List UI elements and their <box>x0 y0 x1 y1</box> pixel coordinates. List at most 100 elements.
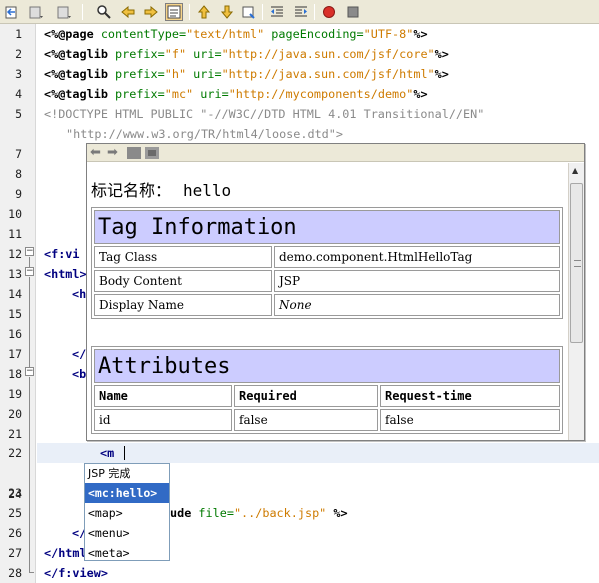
record-macro-icon[interactable] <box>320 3 338 21</box>
completion-header: JSP 完成 <box>88 467 131 480</box>
info-value: None <box>274 294 560 316</box>
completion-item[interactable]: <mc:hello> <box>85 483 169 503</box>
code-line-22[interactable]: <m <box>100 443 114 463</box>
forward-icon[interactable] <box>55 3 73 21</box>
doc-forward-icon[interactable]: ➡ <box>107 145 118 161</box>
code-line-14[interactable]: <h <box>72 284 86 304</box>
line-number: 1 <box>15 27 22 41</box>
info-key: Display Name <box>94 294 272 316</box>
attributes-title: Attributes <box>94 349 560 383</box>
completion-item[interactable]: <meta> <box>85 543 169 563</box>
info-value: demo.component.HtmlHelloTag <box>274 246 560 268</box>
doc-back-icon[interactable]: ⬅ <box>90 145 101 161</box>
code-line-27[interactable]: </html <box>44 543 87 563</box>
fold-toggle-icon[interactable]: − <box>25 247 34 256</box>
text-caret <box>124 446 125 460</box>
code-line-5-wrap[interactable]: "http://www.w3.org/TR/html4/loose.dtd"> <box>66 124 343 144</box>
tag-name-label: 标记名称： <box>91 181 172 200</box>
code-line-18[interactable]: <b <box>72 364 86 384</box>
editor-toolbar <box>0 0 599 24</box>
line-number: 27 <box>8 546 22 560</box>
line-number: 26 <box>8 526 22 540</box>
info-key: Body Content <box>94 270 272 292</box>
doc-goto-source-icon[interactable] <box>145 147 159 164</box>
table-row: Body Content JSP <box>94 270 560 292</box>
code-line-5[interactable]: <!DOCTYPE HTML PUBLIC "-//W3C//DTD HTML … <box>44 104 484 124</box>
next-bookmark-icon[interactable] <box>218 3 236 21</box>
column-header: Request-time <box>380 385 560 407</box>
line-number: 25 <box>8 506 22 520</box>
table-row: id false false <box>94 409 560 431</box>
doc-popup-scrollbar[interactable]: ▲ <box>568 163 584 440</box>
doc-popup-content: 标记名称： hello Tag Information Tag Class demo… <box>87 163 568 440</box>
line-number: 7 <box>15 147 22 161</box>
find-next-icon[interactable] <box>142 3 160 21</box>
forward-menu-icon[interactable] <box>27 3 45 21</box>
code-line-28[interactable]: </f:view> <box>44 563 108 583</box>
prev-bookmark-icon[interactable] <box>195 3 213 21</box>
code-line-4[interactable]: <%@taglib prefix="mc" uri="http://mycomp… <box>44 84 428 104</box>
scrollbar-thumb[interactable] <box>570 183 583 343</box>
line-number: 18 <box>8 367 22 381</box>
line-number: 22 <box>8 446 22 460</box>
line-number: 17 <box>8 347 22 361</box>
line-number: 12 <box>8 247 22 261</box>
line-number: 21 <box>8 427 22 441</box>
shift-left-icon[interactable] <box>268 3 286 21</box>
current-line-highlight <box>37 443 599 463</box>
info-value: JSP <box>274 270 560 292</box>
line-number: 4 <box>15 87 22 101</box>
code-line-2[interactable]: <%@taglib prefix="f" uri="http://java.su… <box>44 44 449 64</box>
line-number <box>0 124 22 144</box>
shift-right-icon[interactable] <box>292 3 310 21</box>
line-number: 19 <box>8 387 22 401</box>
back-icon[interactable] <box>3 3 21 21</box>
code-line-1[interactable]: <%@page contentType="text/html" pageEnco… <box>44 24 428 44</box>
tag-documentation-popup[interactable]: ⬅ ➡ 标记名称： hello Tag Information Tag Class… <box>86 143 585 441</box>
table-row: Display Name None <box>94 294 560 316</box>
line-number: 9 <box>15 187 22 201</box>
doc-popup-toolbar: ⬅ ➡ <box>87 144 584 162</box>
attribute-required: false <box>234 409 378 431</box>
tag-name-heading: 标记名称： hello <box>91 177 231 201</box>
attributes-table: Attributes Name Required Request-time id… <box>91 346 563 434</box>
stop-macro-icon[interactable] <box>344 3 362 21</box>
line-number: 10 <box>8 207 22 221</box>
line-number: 28 <box>8 566 22 580</box>
column-header: Name <box>94 385 232 407</box>
scroll-up-icon[interactable]: ▲ <box>572 166 578 175</box>
fold-toggle-icon[interactable]: − <box>25 267 34 276</box>
code-line-3[interactable]: <%@taglib prefix="h" uri="http://java.su… <box>44 64 449 84</box>
line-number: 3 <box>15 67 22 81</box>
line-number: 20 <box>8 407 22 421</box>
line-number: 15 <box>8 307 22 321</box>
completion-item[interactable]: <menu> <box>85 523 169 543</box>
find-icon[interactable] <box>95 3 113 21</box>
code-line-13[interactable]: <html> <box>44 264 87 284</box>
completion-item[interactable]: <map> <box>85 503 169 523</box>
line-number: 24 <box>8 487 22 501</box>
tag-name-value: hello <box>183 181 232 200</box>
find-prev-icon[interactable] <box>119 3 137 21</box>
attribute-name: id <box>94 409 232 431</box>
attribute-request-time: false <box>380 409 560 431</box>
code-completion-popup[interactable]: JSP 完成 <mc:hello> <map> <menu> <meta> <box>84 463 170 561</box>
code-line-25[interactable]: ude file="../back.jsp" %> <box>170 503 348 523</box>
column-header: Required <box>234 385 378 407</box>
line-number: 5 <box>15 107 22 121</box>
tag-information-table: Tag Information Tag Class demo.component.… <box>91 207 563 319</box>
line-number: 11 <box>8 227 22 241</box>
line-number: 13 <box>8 267 22 281</box>
line-number: 2 <box>15 47 22 61</box>
code-line-17[interactable]: </ <box>72 344 86 364</box>
toggle-bookmark-icon[interactable] <box>240 3 258 21</box>
info-key: Tag Class <box>94 246 272 268</box>
toggle-highlight-icon[interactable] <box>165 3 183 21</box>
code-line-12[interactable]: <f:vi <box>44 244 80 264</box>
line-number: 16 <box>8 327 22 341</box>
fold-toggle-icon[interactable]: − <box>25 367 34 376</box>
doc-open-browser-icon[interactable] <box>127 147 141 164</box>
line-number: 8 <box>15 167 22 181</box>
table-header-row: Name Required Request-time <box>94 385 560 407</box>
table-row: Tag Class demo.component.HtmlHelloTag <box>94 246 560 268</box>
